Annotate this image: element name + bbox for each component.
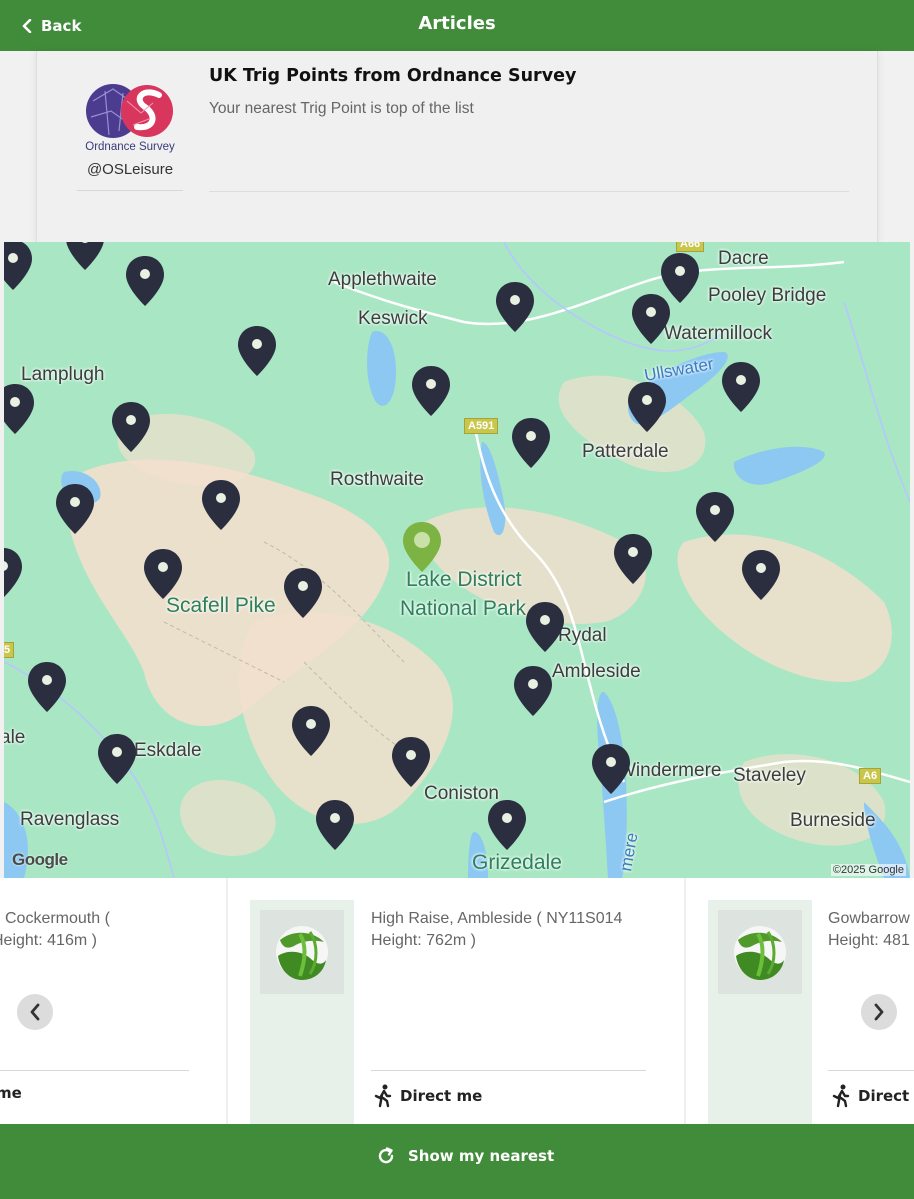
trig-point-height: Height: 762m ) [371,932,476,949]
trig-point-marker-icon[interactable] [64,242,106,272]
show-nearest-content: Show my nearest [376,1146,554,1166]
place-ambleside: Ambleside [552,661,641,682]
direct-me-button[interactable]: Direct me [374,1084,482,1108]
trig-point-marker-icon[interactable] [26,660,68,714]
place-pooley-bridge: Pooley Bridge [708,285,827,306]
trig-point-marker-icon[interactable] [4,382,36,436]
divider [209,191,849,192]
walking-icon [374,1084,392,1108]
direct-me-button[interactable]: me [0,1084,22,1102]
chevron-right-icon [874,1003,884,1021]
place-burneside: Burneside [790,810,876,831]
trig-point-marker-icon[interactable] [612,532,654,586]
logo-caption: Ordnance Survey [85,141,175,153]
trig-point-marker-icon[interactable] [524,600,566,654]
place-national-park: National Park [400,597,527,620]
trig-point-marker-icon[interactable] [96,732,138,786]
place-eskdale: Eskdale [134,740,202,761]
current-location-marker-icon[interactable] [401,520,443,574]
place-ravenglass: Ravenglass [20,809,120,830]
place-dacre: Dacre [718,248,769,269]
direct-me-label: Direct r [858,1087,914,1105]
trig-point-marker-icon[interactable] [236,324,278,378]
google-logo: Google [12,850,68,870]
trig-point-globe-icon [276,926,328,980]
trig-point-thumbnail [250,900,354,1124]
place-windermere: Windermere [618,760,722,781]
publisher-handle: @OSLeisure [86,161,174,178]
trig-point-name: Gowbarrow [828,910,910,927]
trig-point-marker-icon[interactable] [282,566,324,620]
publisher-logo-block[interactable]: Ordnance Survey @OSLeisure [77,75,183,191]
trig-point-marker-icon[interactable] [4,546,24,600]
place-staveley: Staveley [733,765,806,786]
trig-point-marker-icon[interactable] [54,482,96,536]
trig-point-height: Height: 416m ) [0,932,97,949]
road-badge-a6: A6 [859,768,882,784]
walking-icon [832,1084,850,1108]
carousel-prev-button[interactable] [17,994,53,1030]
chevron-left-icon [30,1003,40,1021]
card-divider [0,1070,189,1071]
carousel-next-button[interactable] [861,994,897,1030]
page-title: Articles [418,13,496,34]
place-patterdale: Patterdale [582,441,669,462]
trig-point-marker-icon[interactable] [486,798,528,852]
trig-point-name: High Raise, Ambleside ( NY11S014 [371,910,623,927]
trig-point-marker-icon[interactable] [410,364,452,418]
direct-me-button[interactable]: Direct r [832,1084,914,1108]
top-bar: Back Articles [0,0,914,51]
show-nearest-label: Show my nearest [408,1147,555,1165]
trig-point-globe-icon [734,926,786,980]
trig-point-marker-icon[interactable] [390,735,432,789]
trig-point-marker-icon[interactable] [694,490,736,544]
trig-point-marker-icon[interactable] [4,242,34,292]
trig-point-map[interactable]: A591 A66 A6 5 Applethwaite Keswick Dacre… [4,242,910,878]
trig-point-thumbnail [708,900,812,1124]
trig-point-marker-icon[interactable] [590,742,632,796]
trig-point-marker-icon[interactable] [512,664,554,718]
trig-point-marker-icon[interactable] [740,548,782,602]
direct-me-label: me [0,1084,22,1102]
place-ale: ale [4,727,26,748]
trig-point-marker-icon[interactable] [314,798,356,852]
trig-point-icon-frame [260,910,344,994]
trig-point-marker-icon[interactable] [110,400,152,454]
trig-point-marker-icon[interactable] [290,704,332,758]
ordnance-survey-logo [86,84,173,138]
place-keswick: Keswick [358,308,428,329]
road-badge-a591: A591 [464,418,499,434]
article-title: UK Trig Points from Ordnance Survey [209,66,577,86]
trig-point-card[interactable]: High Raise, Ambleside ( NY11S014 Height:… [228,878,684,1124]
direct-me-label: Direct me [400,1087,483,1105]
show-nearest-button[interactable]: Show my nearest [0,1124,914,1199]
place-rosthwaite: Rosthwaite [330,469,424,490]
place-watermillock: Watermillock [664,323,773,344]
card-divider [828,1070,914,1071]
trig-point-marker-icon[interactable] [494,280,536,334]
trig-point-marker-icon[interactable] [630,292,672,346]
place-applethwaite: Applethwaite [328,269,437,290]
trig-point-carousel[interactable]: Cockermouth ( Height: 416m ) me High Rai… [0,878,914,1124]
card-divider [371,1070,646,1071]
trig-point-marker-icon[interactable] [626,380,668,434]
trig-point-icon-frame [718,910,802,994]
refresh-icon [378,1147,394,1164]
trig-point-marker-icon[interactable] [142,547,184,601]
trig-point-marker-icon[interactable] [200,478,242,532]
road-badge-a5: 5 [4,642,15,658]
article-subtitle: Your nearest Trig Point is top of the li… [209,100,474,117]
place-grizedale: Grizedale [472,851,562,874]
map-copyright: ©2025 Google [830,864,906,876]
google-logo-text: Google [12,850,68,869]
trig-point-marker-icon[interactable] [510,416,552,470]
trig-point-marker-icon[interactable] [124,254,166,308]
trig-point-height: Height: 481 [828,932,910,949]
trig-point-marker-icon[interactable] [720,360,762,414]
article-header-card: Ordnance Survey @OSLeisure UK Trig Point… [36,51,878,243]
trig-point-name: Cockermouth ( [5,910,110,927]
